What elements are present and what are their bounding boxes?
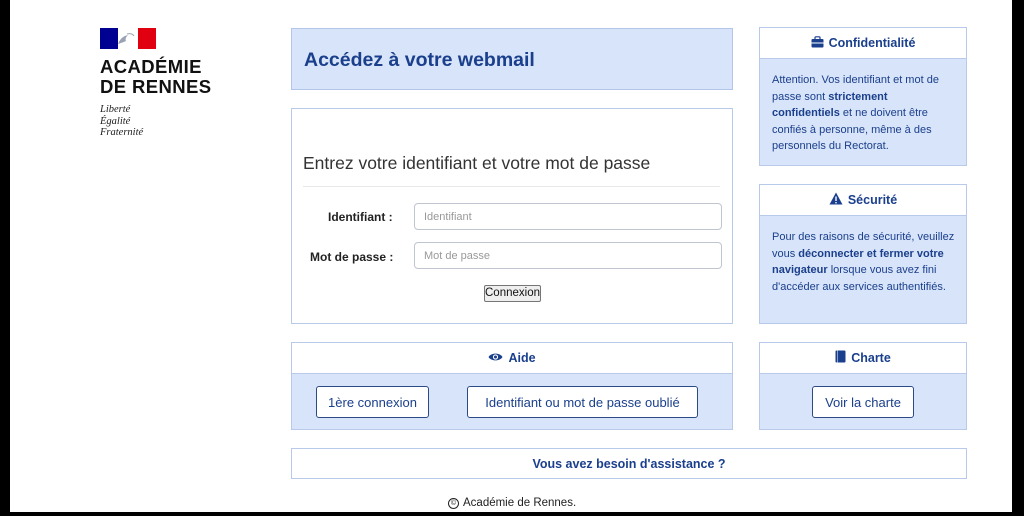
footer-text: Académie de Rennes. [463, 497, 577, 509]
charter-panel: Charte Voir la charte [759, 342, 967, 430]
confidentiality-header: Confidentialité [760, 28, 966, 59]
forgot-credentials-button[interactable]: Identifiant ou mot de passe oublié [467, 386, 698, 418]
view-charter-button[interactable]: Voir la charte [812, 386, 914, 418]
security-title: Sécurité [847, 193, 898, 207]
assistance-link[interactable]: Vous avez besoin d'assistance ? [291, 448, 967, 479]
charter-title: Charte [851, 351, 891, 365]
charter-header: Charte [760, 343, 966, 374]
briefcase-icon [811, 35, 824, 51]
page-header: Accédez à votre webmail [291, 28, 733, 90]
academie-name: ACADÉMIE DE RENNES [100, 56, 212, 97]
security-panel: Sécurité Pour des raisons de sécurité, v… [759, 184, 967, 324]
window-edge-left [0, 0, 10, 516]
confidentiality-panel: Confidentialité Attention. Vos identifia… [759, 27, 967, 166]
help-header: Aide [292, 343, 732, 374]
login-divider [303, 186, 720, 187]
security-text: Pour des raisons de sécurité, veuillez v… [772, 231, 955, 293]
page-title: Accédez à votre webmail [304, 49, 535, 71]
help-title: Aide [508, 351, 536, 365]
copyright-icon: © [448, 497, 459, 509]
window-edge-right [1012, 0, 1024, 516]
first-login-button[interactable]: 1ère connexion [316, 386, 429, 418]
book-icon [835, 350, 846, 366]
republic-motto: Liberté Égalité Fraternité [100, 104, 144, 138]
username-input[interactable] [414, 203, 722, 230]
republic-flag-icon [100, 28, 156, 49]
confidentiality-text: Attention. Vos identifiant et mot de pas… [772, 74, 939, 153]
academie-logo: ACADÉMIE DE RENNES Liberté Égalité Frate… [100, 28, 250, 139]
confidentiality-title: Confidentialité [828, 36, 916, 50]
help-panel: Aide 1ère connexion Identifiant ou mot d… [291, 342, 733, 430]
assistance-label[interactable]: Vous avez besoin d'assistance ? [292, 457, 966, 471]
username-label: Identifiant : [328, 210, 393, 224]
login-form: Entrez votre identifiant et votre mot de… [291, 108, 733, 324]
login-heading: Entrez votre identifiant et votre mot de… [303, 153, 651, 173]
window-edge-bottom [0, 512, 1024, 516]
password-label: Mot de passe : [310, 250, 394, 264]
warning-icon [829, 192, 843, 208]
password-input[interactable] [414, 242, 722, 269]
security-header: Sécurité [760, 185, 966, 216]
footer: © Académie de Rennes. [448, 497, 576, 509]
connexion-button[interactable]: Connexion [484, 285, 541, 302]
eye-icon [488, 351, 503, 365]
